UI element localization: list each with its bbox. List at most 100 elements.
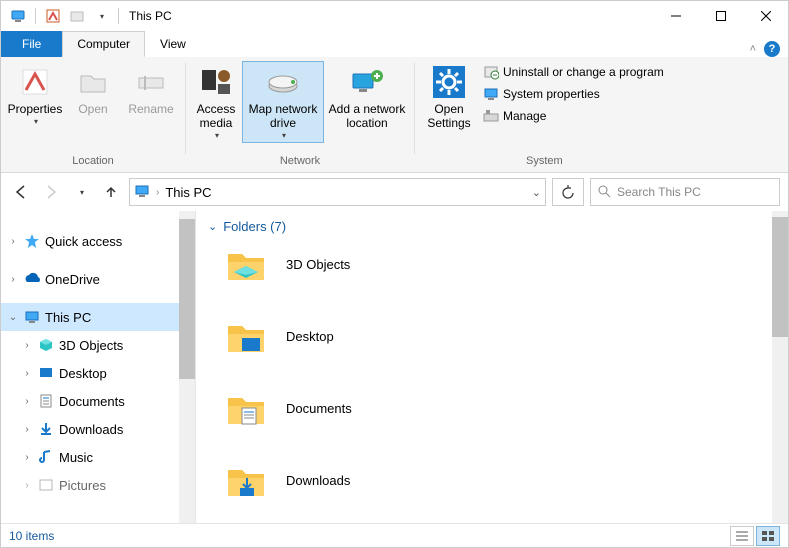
tab-computer[interactable]: Computer	[62, 31, 145, 57]
settings-gear-icon	[431, 64, 467, 100]
uninstall-icon	[483, 64, 499, 80]
group-network: Access media▾ Map network drive▾ Add a n…	[186, 57, 414, 172]
title-bar: ▾ This PC	[1, 1, 788, 31]
map-network-drive-icon	[265, 64, 301, 100]
group-label-system: System	[526, 153, 563, 170]
status-bar: 10 items	[1, 523, 788, 547]
tree-3d-objects[interactable]: › 3D Objects	[1, 331, 195, 359]
system-properties-icon	[483, 86, 499, 102]
window-title: This PC	[129, 9, 172, 23]
rename-icon	[133, 64, 169, 100]
chevron-down-icon[interactable]: ⌄	[532, 186, 541, 199]
content-scrollbar[interactable]	[772, 211, 788, 523]
chevron-down-icon: ▾	[215, 131, 219, 140]
expand-icon[interactable]: ›	[21, 396, 33, 407]
scrollbar-thumb[interactable]	[772, 217, 788, 337]
this-pc-icon	[23, 308, 41, 326]
up-button[interactable]	[99, 180, 123, 204]
map-network-drive-button[interactable]: Map network drive▾	[242, 61, 324, 143]
search-placeholder: Search This PC	[617, 185, 701, 199]
chevron-down-icon: ▾	[282, 131, 286, 140]
ribbon-tabstrip: File Computer View ˄ ?	[1, 31, 788, 57]
folder-documents[interactable]: Documents	[224, 386, 788, 430]
search-input[interactable]: Search This PC	[590, 178, 780, 206]
folder-icon	[224, 314, 268, 358]
access-media-icon	[198, 64, 234, 100]
tab-view[interactable]: View	[145, 31, 201, 57]
collapse-ribbon-icon[interactable]: ˄	[750, 43, 756, 55]
3d-objects-icon	[37, 336, 55, 354]
expand-icon[interactable]: ›	[21, 340, 33, 351]
address-bar[interactable]: › This PC ⌄	[129, 178, 546, 206]
documents-icon	[37, 392, 55, 410]
ribbon: Properties ▾ Open Rename Location	[1, 57, 788, 173]
rename-button[interactable]: Rename	[123, 61, 179, 120]
back-button[interactable]	[9, 180, 33, 204]
tree-quick-access[interactable]: › Quick access	[1, 227, 195, 255]
expand-icon[interactable]: ›	[21, 424, 33, 435]
collapse-icon[interactable]: ⌄	[7, 312, 19, 323]
downloads-icon	[37, 420, 55, 438]
forward-button[interactable]	[39, 180, 63, 204]
manage-button[interactable]: Manage	[479, 105, 668, 127]
expand-icon[interactable]: ›	[21, 452, 33, 463]
maximize-button[interactable]	[698, 1, 743, 31]
add-network-location-icon	[349, 64, 385, 100]
group-location: Properties ▾ Open Rename Location	[1, 57, 185, 172]
tree-documents[interactable]: › Documents	[1, 387, 195, 415]
tree-pictures[interactable]: › Pictures	[1, 471, 195, 499]
open-icon	[75, 64, 111, 100]
group-label-location: Location	[72, 153, 114, 170]
navigation-bar: ▾ › This PC ⌄ Search This PC	[1, 173, 788, 211]
tree-music[interactable]: › Music	[1, 443, 195, 471]
properties-button[interactable]: Properties ▾	[7, 61, 63, 129]
breadcrumb[interactable]: This PC	[165, 185, 211, 200]
pictures-icon	[37, 476, 55, 494]
folder-3d-objects[interactable]: 3D Objects	[224, 242, 788, 286]
uninstall-program-button[interactable]: Uninstall or change a program	[479, 61, 668, 83]
folders-section-header[interactable]: ⌄ Folders (7)	[196, 211, 788, 242]
scrollbar-thumb[interactable]	[179, 219, 195, 379]
qat-new-folder-icon[interactable]	[66, 5, 88, 27]
onedrive-icon	[23, 270, 41, 288]
help-icon[interactable]: ?	[764, 41, 780, 57]
expand-icon[interactable]: ›	[7, 274, 19, 285]
quick-access-toolbar: ▾	[1, 5, 123, 27]
quick-access-icon	[23, 232, 41, 250]
tab-file[interactable]: File	[1, 31, 62, 57]
tree-desktop[interactable]: › Desktop	[1, 359, 195, 387]
expand-icon[interactable]: ›	[7, 236, 19, 247]
tree-scrollbar[interactable]	[179, 211, 195, 523]
folder-icon	[224, 386, 268, 430]
folder-icon	[224, 242, 268, 286]
details-view-button[interactable]	[730, 526, 754, 546]
system-properties-button[interactable]: System properties	[479, 83, 668, 105]
properties-icon	[17, 64, 53, 100]
expand-icon[interactable]: ›	[21, 480, 33, 491]
folder-desktop[interactable]: Desktop	[224, 314, 788, 358]
desktop-icon	[37, 364, 55, 382]
chevron-down-icon: ▾	[34, 117, 38, 126]
qat-this-pc-icon[interactable]	[7, 5, 29, 27]
tree-this-pc[interactable]: ⌄ This PC	[1, 303, 195, 331]
folder-downloads[interactable]: Downloads	[224, 458, 788, 502]
close-button[interactable]	[743, 1, 788, 31]
this-pc-icon	[134, 183, 150, 202]
search-icon	[597, 184, 611, 201]
expand-icon[interactable]: ›	[21, 368, 33, 379]
open-button[interactable]: Open	[65, 61, 121, 120]
content-pane: ⌄ Folders (7) 3D Objects Desktop Documen…	[196, 211, 788, 523]
large-icons-view-button[interactable]	[756, 526, 780, 546]
group-system: Open Settings Uninstall or change a prog…	[415, 57, 674, 172]
tree-downloads[interactable]: › Downloads	[1, 415, 195, 443]
access-media-button[interactable]: Access media▾	[192, 61, 240, 143]
open-settings-button[interactable]: Open Settings	[421, 61, 477, 134]
refresh-button[interactable]	[552, 178, 584, 206]
tree-onedrive[interactable]: › OneDrive	[1, 265, 195, 293]
add-network-location-button[interactable]: Add a network location	[326, 61, 408, 134]
minimize-button[interactable]	[653, 1, 698, 31]
recent-locations-button[interactable]: ▾	[69, 180, 93, 204]
qat-properties-icon[interactable]	[42, 5, 64, 27]
qat-customize-icon[interactable]: ▾	[90, 5, 112, 27]
chevron-down-icon: ⌄	[208, 220, 217, 233]
